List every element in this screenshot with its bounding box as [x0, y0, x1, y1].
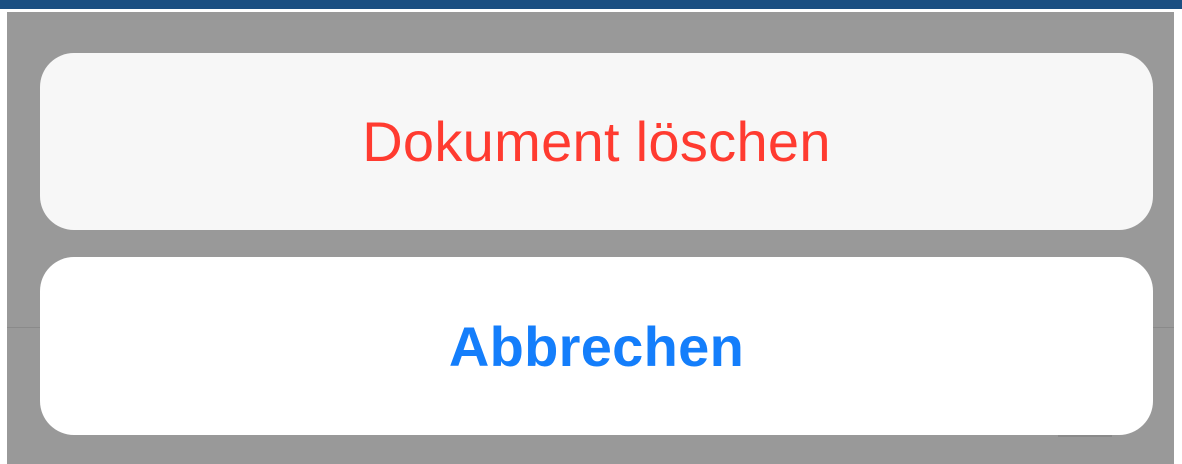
screen: Dokument löschen Abbrechen: [0, 0, 1182, 464]
delete-document-button[interactable]: Dokument löschen: [40, 53, 1153, 230]
delete-document-label: Dokument löschen: [362, 110, 831, 173]
right-edge: [1174, 12, 1182, 464]
header-bar: [0, 0, 1182, 9]
cancel-label: Abbrechen: [448, 314, 745, 378]
header-bar-divider: [0, 9, 1182, 12]
cancel-button[interactable]: Abbrechen: [40, 257, 1153, 435]
left-edge: [0, 12, 7, 464]
